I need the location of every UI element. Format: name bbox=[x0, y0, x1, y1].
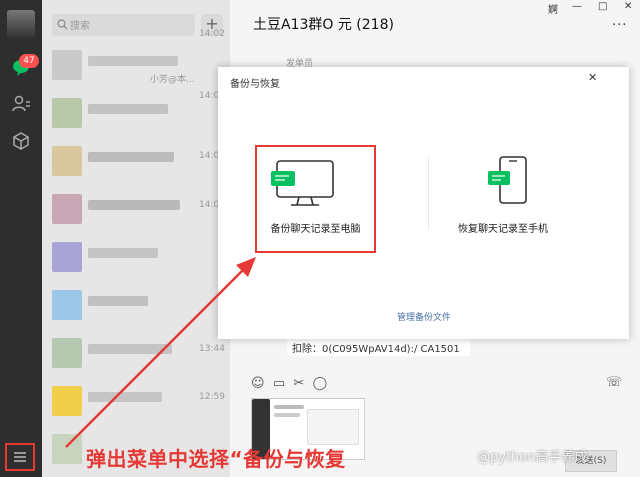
annotation-text: 弹出菜单中选择“备份与恢复 bbox=[86, 447, 346, 471]
watermark: @python高手养成 bbox=[477, 450, 588, 465]
annotation-arrow bbox=[65, 257, 256, 448]
